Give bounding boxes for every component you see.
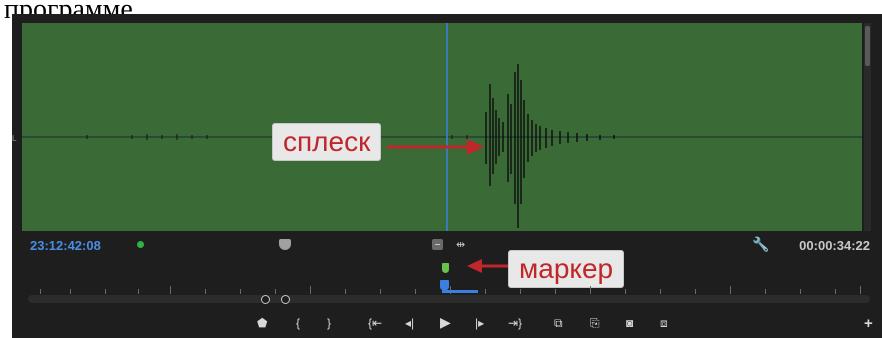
splash-arrow-head bbox=[467, 139, 484, 155]
playhead-range bbox=[442, 290, 478, 293]
button-editor-plus[interactable]: + bbox=[864, 316, 873, 331]
zoom-scrollbar[interactable] bbox=[28, 295, 870, 303]
go-to-in-button[interactable]: {⇤ bbox=[368, 317, 382, 329]
play-button[interactable]: ▶ bbox=[440, 315, 451, 329]
fit-icon[interactable]: ⇹ bbox=[456, 238, 465, 251]
insert-button[interactable]: ⧉ bbox=[554, 317, 563, 329]
step-forward-button[interactable]: |▸ bbox=[475, 317, 484, 329]
current-timecode[interactable]: 23:12:42:08 bbox=[30, 238, 101, 253]
waveform-burst bbox=[485, 64, 615, 228]
playhead-handle[interactable] bbox=[440, 280, 449, 290]
mark-out-button[interactable]: } bbox=[327, 317, 331, 329]
zoom-handle-right[interactable] bbox=[281, 295, 290, 304]
duration-timecode: 00:00:34:22 bbox=[799, 238, 870, 253]
marker-icon[interactable] bbox=[442, 263, 449, 273]
drag-audio-icon[interactable] bbox=[432, 239, 443, 250]
transport-controls: ⬟ { } {⇤ ◂| ▶ |▸ ⇥} ⧉ ⎘ ◙ ⧈ + bbox=[12, 314, 882, 338]
export-frame-button[interactable]: ◙ bbox=[626, 317, 633, 329]
step-back-button[interactable]: ◂| bbox=[405, 317, 414, 329]
marker-arrow-head bbox=[467, 259, 482, 273]
status-dot-icon bbox=[137, 241, 144, 248]
mark-in-button[interactable]: { bbox=[296, 317, 300, 329]
source-monitor-panel: L сплеск маркер 23:12:42:08 ⇹ 🔧 00:00:34… bbox=[12, 14, 882, 338]
overwrite-button[interactable]: ⎘ bbox=[590, 317, 600, 329]
button-editor-icon[interactable]: ⧈ bbox=[660, 317, 668, 329]
zoom-handle-left[interactable] bbox=[261, 295, 270, 304]
add-marker-button[interactable]: ⬟ bbox=[257, 317, 267, 329]
wrench-icon[interactable]: 🔧 bbox=[752, 236, 769, 253]
splash-label: сплеск bbox=[272, 123, 382, 161]
go-to-out-button[interactable]: ⇥} bbox=[508, 317, 522, 329]
